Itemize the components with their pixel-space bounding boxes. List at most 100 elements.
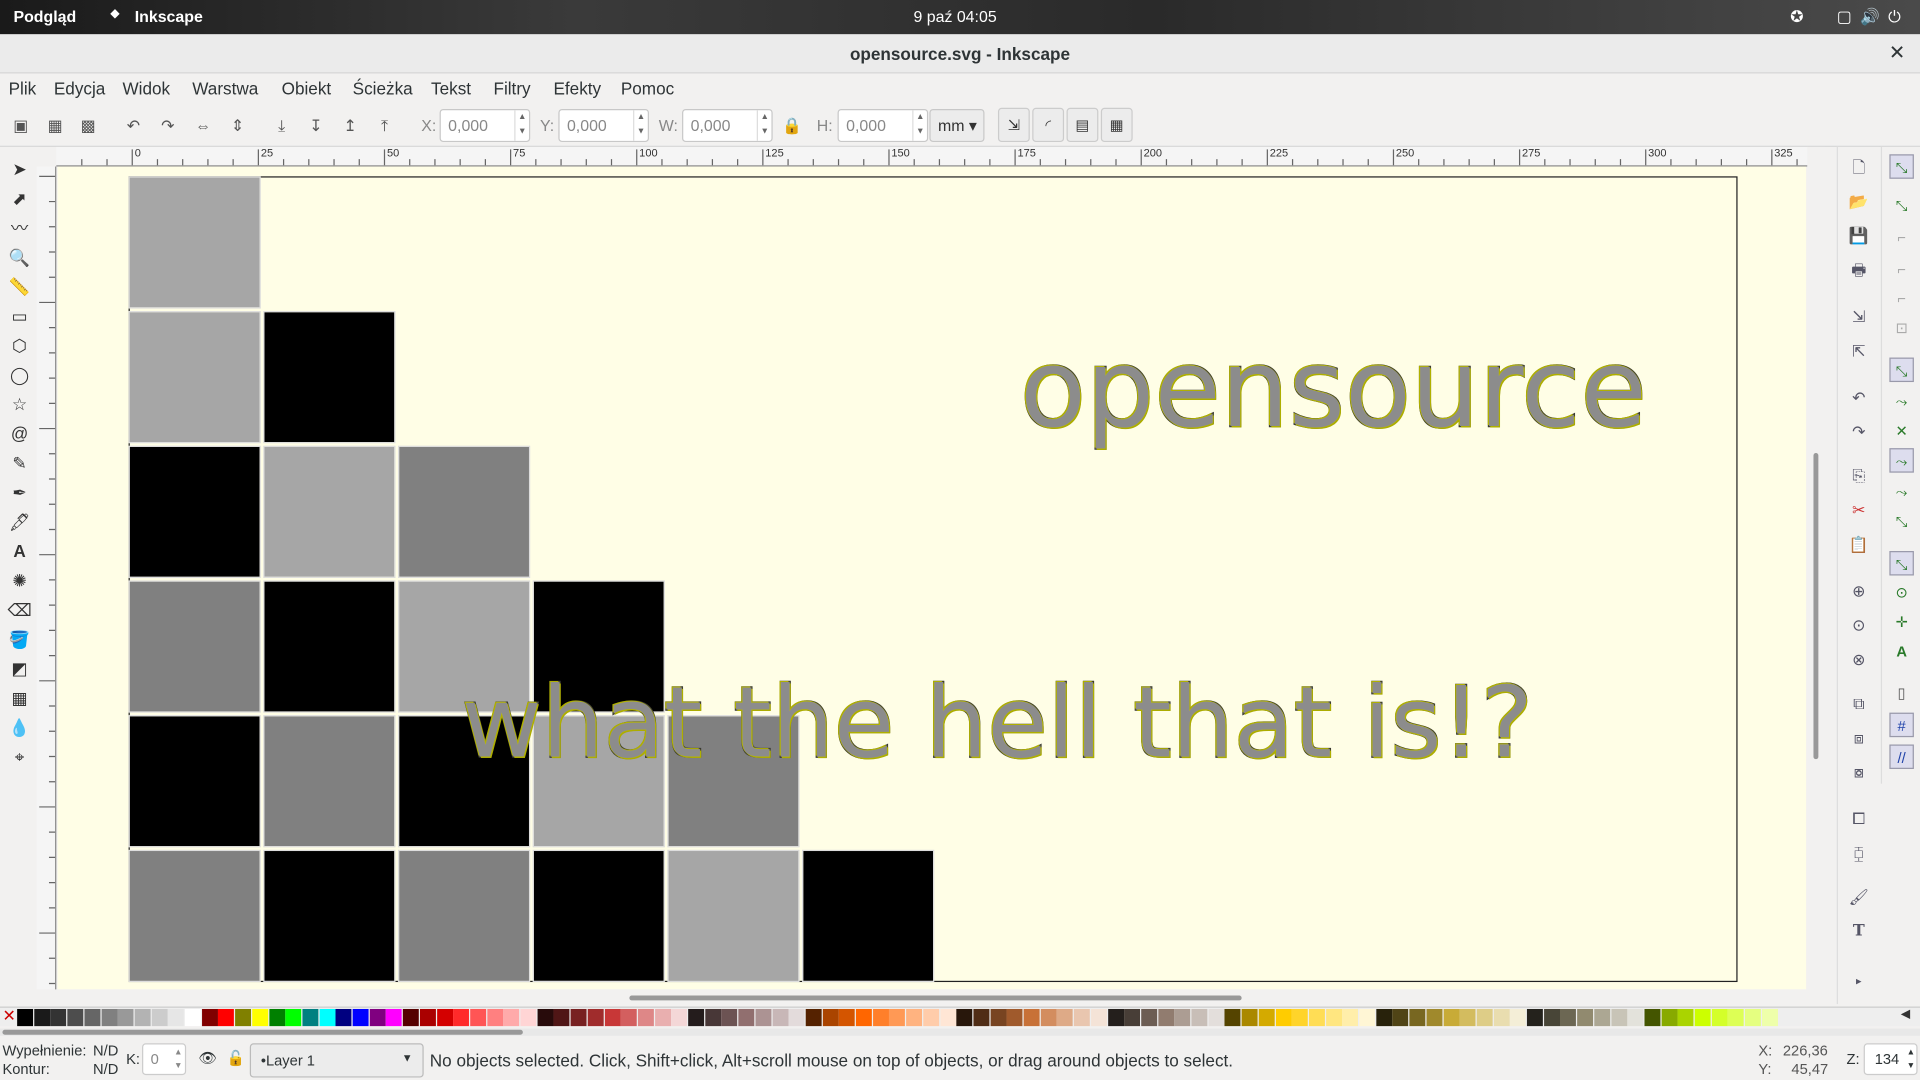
color-swatch[interactable] <box>251 1008 268 1027</box>
canvas-text-question[interactable]: what the hell that is!? <box>460 665 1534 781</box>
snap-others-icon[interactable]: ⤡ <box>1889 551 1914 576</box>
color-swatch[interactable] <box>1124 1008 1141 1027</box>
color-swatch[interactable] <box>1443 1008 1459 1027</box>
color-swatch[interactable] <box>453 1008 470 1027</box>
connector-tool-icon[interactable]: ⌖ <box>7 744 31 768</box>
lower-icon[interactable]: ↧ <box>305 115 327 137</box>
pencil-tool-icon[interactable]: ✎ <box>7 451 31 475</box>
eraser-tool-icon[interactable]: ⌫ <box>7 598 31 622</box>
color-swatch[interactable] <box>235 1008 252 1027</box>
activities-label[interactable]: Podgląd <box>13 7 76 25</box>
calligraphy-tool-icon[interactable]: 🖋 <box>7 509 31 533</box>
color-swatch[interactable] <box>956 1008 973 1027</box>
transform-gradients-toggle[interactable]: ▤ <box>1066 107 1099 143</box>
zoom-selection-icon[interactable]: ⊕ <box>1848 580 1870 602</box>
menu-edit[interactable]: Edycja <box>54 78 105 98</box>
color-swatch[interactable] <box>872 1008 889 1027</box>
color-swatch[interactable] <box>470 1008 486 1027</box>
color-swatch[interactable] <box>1711 1008 1728 1027</box>
grid-square[interactable] <box>667 849 800 983</box>
color-swatch[interactable] <box>1644 1008 1661 1027</box>
spiral-tool-icon[interactable]: @ <box>7 421 31 445</box>
ellipse-tool-icon[interactable]: ◯ <box>7 362 31 386</box>
color-swatch[interactable] <box>1006 1008 1023 1027</box>
snap-bbox-edge-icon[interactable]: ⌐ <box>1889 225 1913 249</box>
color-swatch[interactable] <box>1090 1008 1107 1027</box>
color-swatch[interactable] <box>939 1008 956 1027</box>
color-swatch[interactable] <box>268 1008 285 1027</box>
color-swatch[interactable] <box>688 1008 705 1027</box>
gradient-tool-icon[interactable]: ◩ <box>7 656 31 680</box>
grid-square[interactable] <box>128 445 261 578</box>
save-icon[interactable]: 💾 <box>1848 225 1870 247</box>
color-swatch[interactable] <box>419 1008 436 1027</box>
h-field[interactable]: 0,000 ▲ ▼ <box>837 108 929 143</box>
snap-cusp-icon[interactable]: ⤳ <box>1889 448 1914 473</box>
menu-object[interactable]: Obiekt <box>282 78 332 98</box>
x-field[interactable]: 0,000 ▲ ▼ <box>439 108 531 143</box>
color-swatch[interactable] <box>50 1008 67 1027</box>
palette-menu-icon[interactable]: ◀ <box>1901 1008 1910 1021</box>
menu-view[interactable]: Widok <box>122 78 170 98</box>
snap-bbox-corner-icon[interactable]: ⌐ <box>1889 257 1913 281</box>
color-swatch[interactable] <box>1107 1008 1124 1027</box>
grid-square[interactable] <box>128 580 261 713</box>
snap-toggle-icon[interactable]: ⤡ <box>1889 154 1914 179</box>
color-swatch[interactable] <box>1459 1008 1476 1027</box>
new-document-icon[interactable]: 🗋 <box>1848 157 1870 179</box>
clock[interactable]: 9 paź 04:05 <box>913 7 996 25</box>
color-swatch[interactable] <box>990 1008 1007 1027</box>
color-swatch[interactable] <box>1493 1008 1510 1027</box>
color-swatch[interactable] <box>1258 1008 1275 1027</box>
color-swatch[interactable] <box>1191 1008 1208 1027</box>
grid-square[interactable] <box>397 445 531 578</box>
color-swatch[interactable] <box>1761 1008 1778 1027</box>
grid-square[interactable] <box>532 849 665 983</box>
snap-intersection-icon[interactable]: ✕ <box>1889 419 1913 443</box>
grid-square[interactable] <box>263 445 396 578</box>
snap-text-baseline-icon[interactable]: A <box>1889 639 1913 663</box>
color-swatch[interactable] <box>84 1008 101 1027</box>
color-swatch[interactable] <box>486 1008 503 1027</box>
grid-square[interactable] <box>263 311 396 444</box>
undo-icon[interactable]: ↶ <box>1848 387 1870 409</box>
color-swatch[interactable] <box>67 1008 84 1027</box>
scale-stroke-toggle[interactable]: ⇲ <box>997 107 1030 143</box>
grid-square[interactable] <box>397 849 531 983</box>
opacity-field[interactable]: 0 ▲ ▼ <box>142 1043 187 1076</box>
unlink-clone-icon[interactable]: ⧇ <box>1848 762 1870 784</box>
app-menu-label[interactable]: Inkscape <box>135 7 203 25</box>
color-swatch[interactable] <box>1694 1008 1711 1027</box>
color-swatch[interactable] <box>553 1008 570 1027</box>
redo-icon[interactable]: ↷ <box>1848 421 1870 443</box>
open-icon[interactable]: 📂 <box>1848 191 1870 213</box>
color-swatch[interactable] <box>1174 1008 1191 1027</box>
dropper-tool-icon[interactable]: 💧 <box>7 715 31 739</box>
color-swatch[interactable] <box>1426 1008 1443 1027</box>
grid-square[interactable] <box>128 176 261 309</box>
menu-extensions[interactable]: Efekty <box>553 78 601 98</box>
snap-bbox-midpoint-icon[interactable]: ⌐ <box>1889 287 1913 311</box>
color-swatch[interactable] <box>738 1008 755 1027</box>
color-swatch[interactable] <box>587 1008 604 1027</box>
color-swatch[interactable] <box>1677 1008 1694 1027</box>
color-swatch[interactable] <box>1040 1008 1057 1027</box>
export-icon[interactable]: ⇱ <box>1848 340 1870 362</box>
color-swatch[interactable] <box>1241 1008 1258 1027</box>
color-swatch[interactable] <box>101 1008 117 1027</box>
color-swatch[interactable] <box>1392 1008 1409 1027</box>
selector-tool-icon[interactable]: ➤ <box>7 157 31 181</box>
print-icon[interactable]: 🖶 <box>1848 260 1870 282</box>
color-swatch[interactable] <box>1057 1008 1074 1027</box>
color-swatch[interactable] <box>822 1008 839 1027</box>
snap-nodes-icon[interactable]: ⤡ <box>1889 357 1914 383</box>
text-tool-icon[interactable]: A <box>7 539 31 563</box>
color-swatch[interactable] <box>151 1008 168 1027</box>
drawing-canvas[interactable]: opensource what the hell that is!? <box>57 166 1807 990</box>
zoom-field[interactable]: 134 ▲ ▼ <box>1863 1043 1918 1076</box>
color-swatch[interactable] <box>436 1008 453 1027</box>
snap-guide-icon[interactable]: // <box>1889 744 1914 769</box>
color-swatch[interactable] <box>788 1008 805 1027</box>
paste-icon[interactable]: 📋 <box>1848 534 1870 556</box>
color-swatch[interactable] <box>503 1008 520 1027</box>
